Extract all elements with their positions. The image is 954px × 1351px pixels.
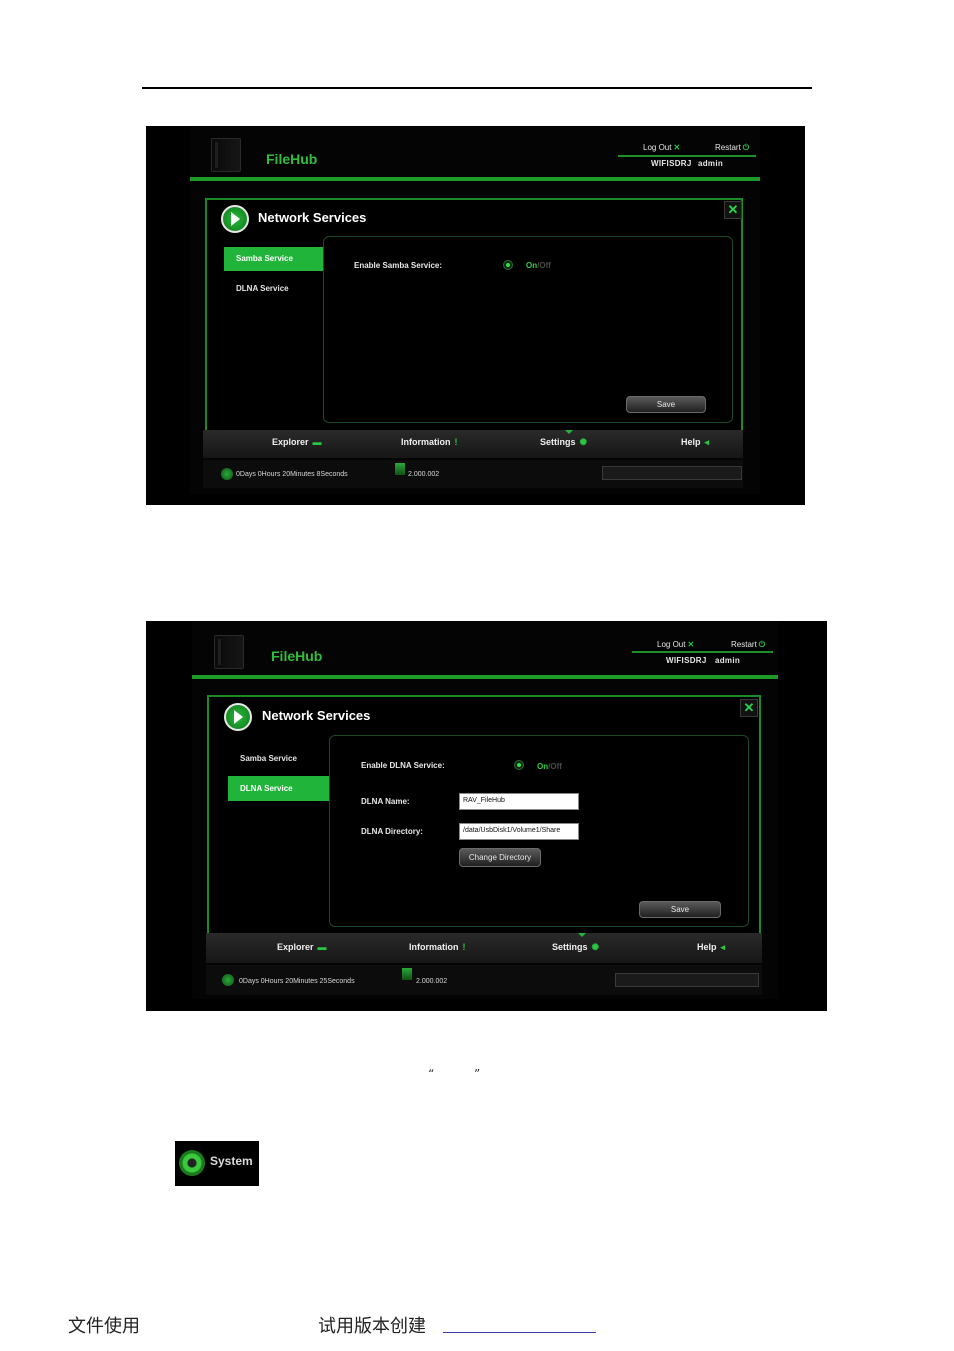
- filehub-logo-icon: [214, 635, 244, 669]
- dlna-name-label: DLNA Name:: [361, 797, 410, 806]
- save-button[interactable]: Save: [639, 901, 721, 918]
- footer-left-text: 文件使用: [68, 1316, 140, 1337]
- bottom-nav: Explorer ▬ Information! Settings ✺ Help ◂: [203, 430, 743, 458]
- on-off-toggle[interactable]: On/Off: [526, 261, 551, 270]
- on-radio[interactable]: [503, 260, 513, 270]
- nav-active-marker: [578, 933, 586, 937]
- content-area: Enable Samba Service: On/Off Save: [323, 236, 733, 423]
- on-off-toggle[interactable]: On/Off: [537, 762, 562, 771]
- version-text: 2.000.002: [416, 978, 448, 985]
- on-radio[interactable]: [514, 760, 524, 770]
- progress-bar: [602, 466, 742, 480]
- speaker-icon: ◂: [704, 437, 710, 447]
- screenshot-samba: FileHub Log Out ✕ Restart ⏻ WIFISDRJ admin…: [146, 126, 805, 505]
- gear-icon: ✺: [579, 437, 588, 447]
- header-bar: [190, 177, 760, 181]
- sidebar-item-dlna[interactable]: DLNA Service: [228, 776, 329, 801]
- footer-right-text: 试用版本创建: [318, 1316, 426, 1337]
- content-area: Enable DLNA Service: On/Off DLNA Name: R…: [329, 735, 749, 927]
- network-services-panel: ✕ Network Services Samba Service DLNA Se…: [205, 198, 743, 458]
- open-quote: “: [428, 1067, 435, 1081]
- power-icon: ⏻: [758, 640, 766, 649]
- header-underline: [618, 155, 756, 157]
- bottom-nav: Explorer ▬ Information! Settings ✺ Help ◂: [206, 933, 762, 963]
- sidebar-item-samba[interactable]: Samba Service: [224, 247, 324, 271]
- exclamation-icon: !: [462, 942, 466, 952]
- folder-icon: ▬: [317, 942, 327, 952]
- sidebar-item-samba[interactable]: Samba Service: [240, 754, 297, 763]
- exclamation-icon: !: [454, 437, 458, 447]
- restart-link[interactable]: Restart ⏻: [731, 640, 765, 650]
- dlna-name-input[interactable]: RAV_FileHub: [459, 793, 579, 810]
- close-icon[interactable]: ✕: [724, 201, 742, 219]
- panel-title: Network Services: [258, 210, 367, 225]
- brand-name: FileHub: [266, 151, 318, 167]
- app-window: FileHub Log Out ✕ Restart ⏻ WIFISDRJ admin…: [192, 621, 778, 999]
- clock-icon: [222, 974, 234, 986]
- logout-x-icon: ✕: [673, 143, 681, 152]
- enable-dlna-label: Enable DLNA Service:: [361, 761, 445, 770]
- version-text: 2.000.002: [408, 471, 440, 478]
- status-bar: 0Days 0Hours 20Minutes 25Seconds 2.000.0…: [206, 965, 762, 995]
- package-icon: [402, 968, 412, 980]
- panel-title: Network Services: [262, 708, 371, 723]
- nav-settings[interactable]: Settings ✺: [552, 942, 599, 953]
- nav-active-marker: [565, 430, 573, 434]
- header-bar: [192, 675, 778, 679]
- logout-link[interactable]: Log Out ✕: [643, 143, 680, 152]
- close-quote: ”: [474, 1067, 481, 1081]
- folder-icon: ▬: [312, 437, 322, 447]
- uptime-text: 0Days 0Hours 20Minutes 8Seconds: [236, 471, 348, 478]
- nav-settings[interactable]: Settings ✺: [540, 437, 587, 448]
- top-rule: [142, 87, 812, 89]
- logout-x-icon: ✕: [687, 640, 695, 649]
- nav-help[interactable]: Help ◂: [681, 437, 709, 448]
- uptime-text: 0Days 0Hours 20Minutes 25Seconds: [239, 978, 355, 985]
- network-services-panel: ✕ Network Services Samba Service DLNA Se…: [207, 695, 761, 935]
- dlna-directory-label: DLNA Directory:: [361, 827, 423, 836]
- nav-information[interactable]: Information!: [409, 942, 466, 952]
- package-icon: [395, 463, 405, 475]
- app-window: FileHub Log Out ✕ Restart ⏻ WIFISDRJ admin…: [190, 126, 760, 494]
- logout-link[interactable]: Log Out ✕: [657, 640, 694, 649]
- sidebar-item-dlna[interactable]: DLNA Service: [236, 284, 289, 293]
- gear-icon: ✺: [591, 942, 600, 952]
- screenshot-dlna: FileHub Log Out ✕ Restart ⏻ WIFISDRJ admin…: [146, 621, 827, 1011]
- restart-link[interactable]: Restart ⏻: [715, 143, 749, 153]
- user-name: admin: [698, 159, 724, 168]
- user-name: admin: [715, 656, 741, 665]
- system-button-image: System: [175, 1141, 259, 1186]
- nav-explorer[interactable]: Explorer ▬: [272, 437, 322, 447]
- status-bar: 0Days 0Hours 20Minutes 8Seconds 2.000.00…: [203, 460, 743, 488]
- nav-explorer[interactable]: Explorer ▬: [277, 942, 327, 952]
- nav-help[interactable]: Help ◂: [697, 942, 725, 953]
- play-icon: [221, 205, 249, 233]
- close-icon[interactable]: ✕: [740, 699, 758, 717]
- play-icon: [224, 703, 252, 731]
- save-button[interactable]: Save: [626, 396, 706, 413]
- dlna-directory-input[interactable]: /data/UsbDisk1/Volume1/Share: [459, 823, 579, 840]
- enable-samba-label: Enable Samba Service:: [354, 261, 443, 270]
- speaker-icon: ◂: [720, 942, 726, 952]
- brand-name: FileHub: [271, 648, 323, 664]
- nav-information[interactable]: Information!: [401, 437, 458, 447]
- power-icon: ⏻: [742, 143, 750, 152]
- footer-link-underline[interactable]: [443, 1332, 596, 1333]
- device-name: WIFISDRJ: [666, 656, 707, 665]
- header-underline: [632, 651, 773, 653]
- progress-bar: [615, 973, 759, 987]
- change-directory-button[interactable]: Change Directory: [459, 848, 541, 867]
- system-label: System: [210, 1154, 253, 1168]
- clock-icon: [221, 468, 233, 480]
- filehub-logo-icon: [211, 138, 241, 172]
- gear-icon: [179, 1150, 205, 1176]
- device-name: WIFISDRJ: [651, 159, 692, 168]
